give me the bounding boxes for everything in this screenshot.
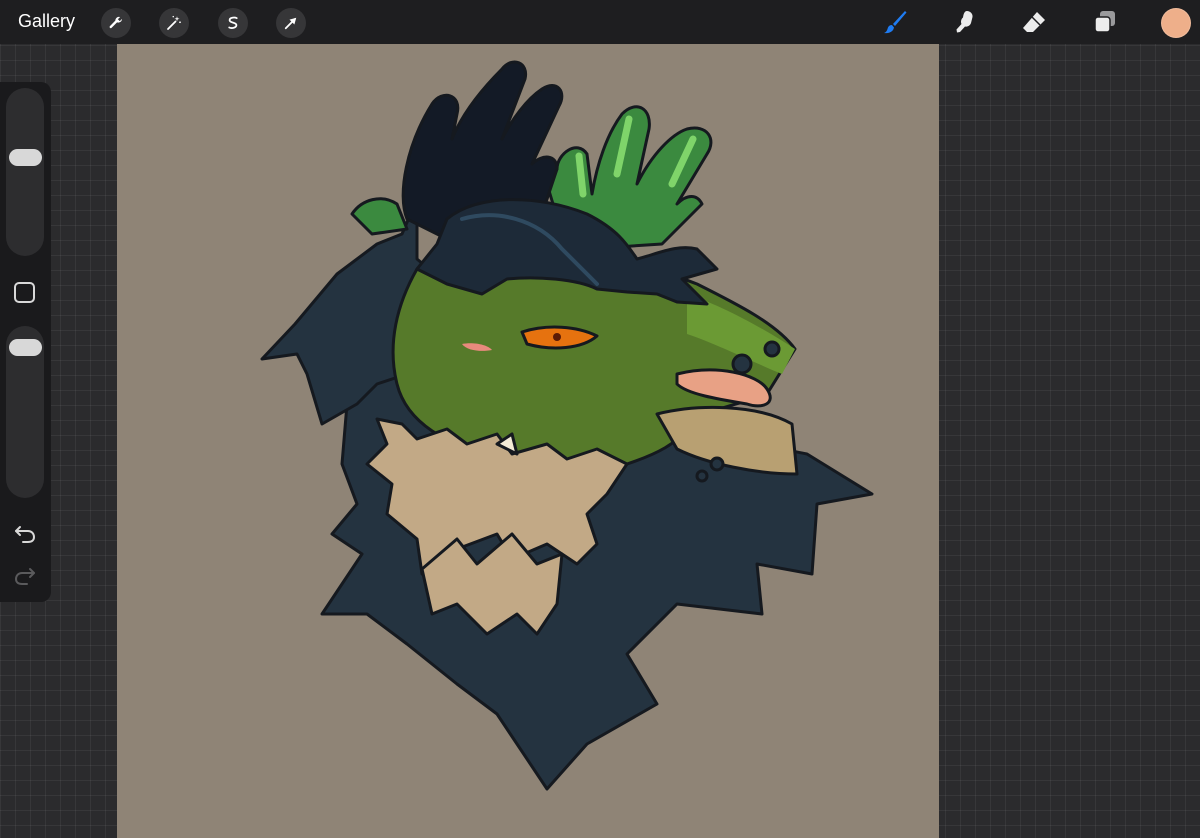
transform-button[interactable] — [276, 8, 306, 38]
side-toolbar — [0, 82, 51, 602]
modify-button[interactable] — [14, 282, 35, 303]
eraser-tool[interactable] — [1018, 6, 1050, 38]
brush-size-handle[interactable] — [9, 149, 42, 166]
drawing-canvas[interactable] — [117, 44, 939, 838]
layers-icon — [1094, 11, 1115, 33]
brush-icon — [884, 11, 907, 34]
layers-tool[interactable] — [1089, 6, 1121, 38]
undo-icon[interactable] — [13, 522, 37, 546]
small-horn-shape — [350, 197, 409, 236]
brush-tool[interactable] — [879, 6, 911, 38]
selection-button[interactable] — [218, 8, 248, 38]
wrench-icon — [109, 16, 122, 29]
selection-s-icon — [228, 16, 238, 29]
character-artwork — [260, 60, 874, 791]
redo-icon[interactable] — [13, 564, 37, 588]
arrow-cursor-icon — [284, 17, 297, 30]
opacity-slider[interactable] — [6, 326, 44, 498]
gallery-button[interactable]: Gallery — [18, 11, 75, 32]
brush-size-slider[interactable] — [6, 88, 44, 256]
smudge-tool[interactable] — [948, 6, 980, 38]
top-toolbar: Gallery — [0, 0, 1200, 44]
adjustments-button[interactable] — [159, 8, 189, 38]
smudge-icon — [956, 11, 973, 33]
eraser-icon — [1023, 12, 1045, 32]
opacity-handle[interactable] — [9, 339, 42, 357]
magic-wand-icon — [167, 15, 181, 30]
color-picker-button[interactable] — [1161, 8, 1191, 38]
actions-button[interactable] — [101, 8, 131, 38]
